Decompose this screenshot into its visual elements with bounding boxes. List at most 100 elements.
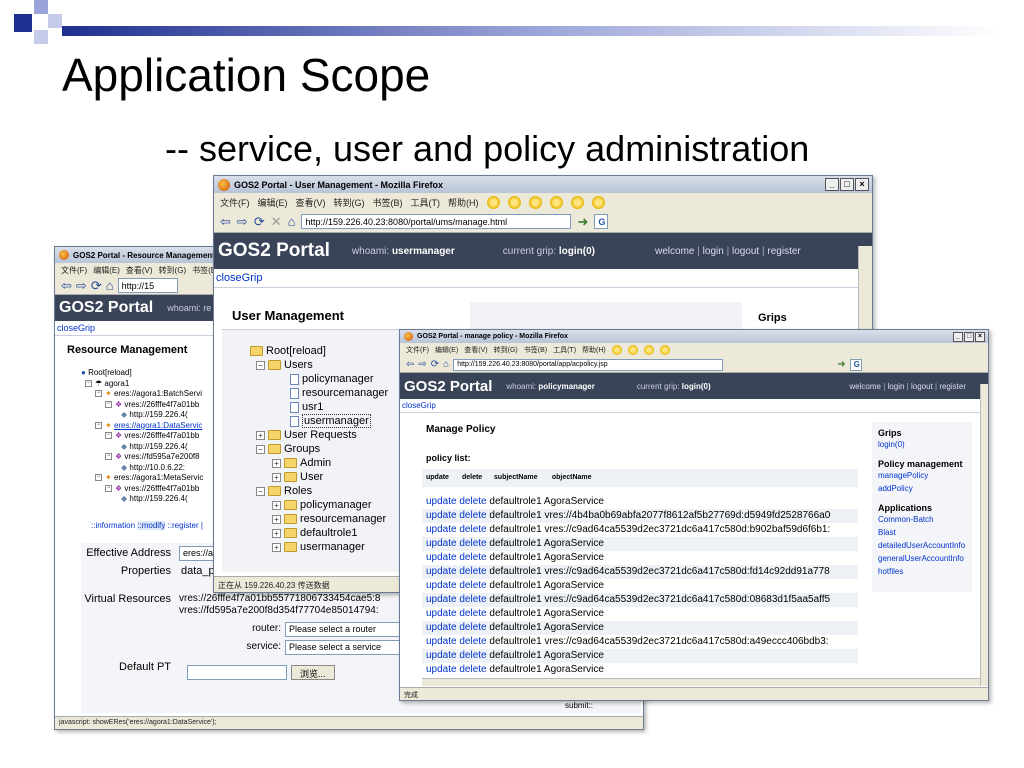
delete-link[interactable]: delete: [459, 496, 486, 507]
close-grip-link[interactable]: closeGrip: [214, 269, 872, 288]
update-link[interactable]: update: [426, 538, 457, 549]
url-bar[interactable]: http://159.226.40.23:8080/portal/app/acp…: [453, 358, 724, 371]
menu-tools[interactable]: 工具(T): [411, 196, 441, 209]
search-box[interactable]: G: [849, 358, 862, 371]
search-box[interactable]: G: [594, 214, 609, 229]
update-link[interactable]: update: [426, 622, 457, 633]
delete-link[interactable]: delete: [459, 580, 486, 591]
collapse-icon[interactable]: −: [105, 400, 112, 408]
forward-icon[interactable]: ⇨: [237, 214, 248, 230]
back-icon[interactable]: ⇦: [220, 214, 231, 230]
extension-icon[interactable]: [507, 195, 521, 209]
collapse-icon[interactable]: −: [256, 486, 265, 496]
back-icon[interactable]: ⇦: [406, 359, 414, 370]
delete-link[interactable]: delete: [459, 524, 486, 535]
close-button[interactable]: ×: [975, 331, 985, 342]
login-link[interactable]: login: [703, 246, 724, 257]
collapse-icon[interactable]: −: [105, 453, 112, 461]
browse-button[interactable]: 浏览...: [291, 665, 335, 680]
router-select[interactable]: Please select a router: [285, 622, 405, 637]
extension-icon[interactable]: [643, 345, 654, 355]
reload-icon[interactable]: ⟳: [431, 359, 439, 370]
delete-link[interactable]: delete: [459, 552, 486, 563]
delete-link[interactable]: delete: [459, 636, 486, 647]
sidebar-app-link[interactable]: Common-Batch: [878, 513, 966, 526]
logout-link[interactable]: logout: [732, 246, 759, 257]
sidebar-app-link[interactable]: detailedUserAccountInfo: [878, 539, 966, 552]
home-icon[interactable]: ⌂: [106, 278, 114, 293]
default-pt-field[interactable]: [187, 665, 287, 680]
menu-edit[interactable]: 编辑(E): [258, 196, 288, 209]
menu-file[interactable]: 文件(F): [61, 265, 87, 276]
collapse-icon[interactable]: −: [95, 474, 102, 482]
extension-icon[interactable]: [570, 195, 584, 209]
sidebar-login-link[interactable]: login(0): [878, 438, 966, 451]
reload-icon[interactable]: ⟳: [254, 214, 265, 230]
menu-tools[interactable]: 工具(T): [553, 345, 576, 355]
collapse-icon[interactable]: −: [85, 379, 92, 387]
delete-link[interactable]: delete: [459, 664, 486, 675]
menu-help[interactable]: 帮助(H): [582, 345, 606, 355]
menu-bookmarks[interactable]: 书签(B): [373, 196, 403, 209]
register-link[interactable]: register: [767, 246, 800, 257]
reload-icon[interactable]: ⟳: [91, 278, 102, 294]
expand-icon[interactable]: +: [272, 500, 281, 510]
sidebar-app-link[interactable]: hotfiles: [878, 565, 966, 578]
maximize-button[interactable]: □: [964, 331, 974, 342]
update-link[interactable]: update: [426, 510, 457, 521]
expand-icon[interactable]: +: [272, 472, 281, 482]
minimize-button[interactable]: _: [953, 331, 963, 342]
close-button[interactable]: ×: [855, 178, 869, 191]
register-link[interactable]: register: [939, 382, 966, 391]
sidebar-app-link[interactable]: Blast: [878, 526, 966, 539]
delete-link[interactable]: delete: [459, 510, 486, 521]
home-icon[interactable]: ⌂: [443, 359, 449, 370]
delete-link[interactable]: delete: [459, 566, 486, 577]
extension-icon[interactable]: [611, 345, 622, 355]
tab-information[interactable]: ::information: [91, 521, 135, 530]
sidebar-add-policy-link[interactable]: addPolicy: [878, 482, 966, 495]
maximize-button[interactable]: □: [840, 178, 854, 191]
expand-icon[interactable]: +: [272, 458, 281, 468]
update-link[interactable]: update: [426, 664, 457, 675]
tab-modify[interactable]: ::modify: [137, 520, 166, 530]
scrollbar-horizontal[interactable]: [422, 678, 980, 686]
logout-link[interactable]: logout: [911, 382, 933, 391]
collapse-icon[interactable]: −: [256, 360, 265, 370]
collapse-icon[interactable]: −: [105, 432, 112, 440]
forward-icon[interactable]: ⇨: [418, 359, 426, 370]
extension-icon[interactable]: [627, 345, 638, 355]
extension-icon[interactable]: [486, 195, 500, 209]
menu-file[interactable]: 文件(F): [220, 196, 250, 209]
submit-link[interactable]: submit::: [565, 701, 593, 710]
menu-bookmarks[interactable]: 书签(B): [524, 345, 547, 355]
menu-edit[interactable]: 编辑(E): [435, 345, 458, 355]
expand-icon[interactable]: +: [272, 542, 281, 552]
menu-go[interactable]: 转到(G): [159, 265, 187, 276]
menu-go[interactable]: 转到(G): [334, 196, 365, 209]
extension-icon[interactable]: [549, 195, 563, 209]
back-icon[interactable]: ⇦: [61, 278, 72, 294]
menu-help[interactable]: 帮助(H): [448, 196, 479, 209]
service-select[interactable]: Please select a service: [285, 640, 405, 655]
delete-link[interactable]: delete: [459, 622, 486, 633]
url-bar[interactable]: http://159.226.40.23:8080/portal/ums/man…: [301, 214, 572, 229]
collapse-icon[interactable]: −: [95, 390, 102, 398]
update-link[interactable]: update: [426, 608, 457, 619]
expand-icon[interactable]: +: [272, 528, 281, 538]
menu-file[interactable]: 文件(F): [406, 345, 429, 355]
update-link[interactable]: update: [426, 524, 457, 535]
menu-edit[interactable]: 编辑(E): [93, 265, 120, 276]
collapse-icon[interactable]: −: [105, 484, 112, 492]
sidebar-app-link[interactable]: generalUserAccountInfo: [878, 552, 966, 565]
update-link[interactable]: update: [426, 580, 457, 591]
login-link[interactable]: login: [888, 382, 905, 391]
scrollbar-vertical[interactable]: [980, 384, 988, 686]
delete-link[interactable]: delete: [459, 538, 486, 549]
close-grip-link[interactable]: closeGrip: [400, 399, 988, 413]
extension-icon[interactable]: [528, 195, 542, 209]
collapse-icon[interactable]: −: [256, 444, 265, 454]
delete-link[interactable]: delete: [459, 650, 486, 661]
menu-go[interactable]: 转到(G): [494, 345, 518, 355]
update-link[interactable]: update: [426, 496, 457, 507]
